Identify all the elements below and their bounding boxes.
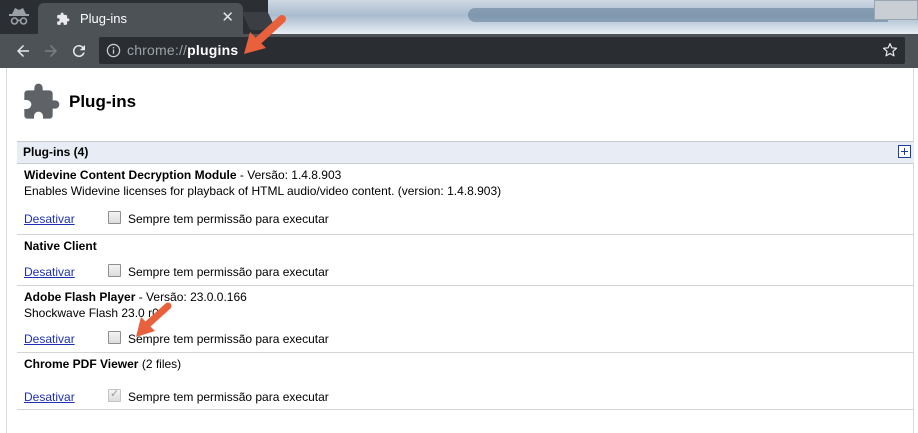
always-allow-checkbox[interactable] xyxy=(108,211,121,224)
list-item: Chrome PDF Viewer (2 files) Desativar Se… xyxy=(17,353,914,410)
page-content: Plug-ins Plug-ins (4) Widevine Content D… xyxy=(6,68,914,433)
window-control[interactable] xyxy=(874,0,918,20)
incognito-icon xyxy=(9,8,29,25)
list-item: Widevine Content Decryption Module - Ver… xyxy=(17,164,914,235)
plugin-version: (2 files) xyxy=(141,357,182,371)
disable-link[interactable]: Desativar xyxy=(24,332,75,346)
section-title: Plug-ins (4) xyxy=(23,145,89,159)
address-bar[interactable]: chrome://plugins xyxy=(99,37,905,64)
always-allow-label: Sempre tem permissão para executar xyxy=(128,265,329,279)
disable-link[interactable]: Desativar xyxy=(24,390,75,404)
puzzle-icon xyxy=(24,83,60,119)
star-icon[interactable] xyxy=(881,41,899,59)
always-allow-checkbox[interactable] xyxy=(108,264,121,277)
always-allow-checkbox[interactable] xyxy=(108,331,121,344)
url-host: plugins xyxy=(187,42,239,58)
reload-icon[interactable] xyxy=(70,42,88,60)
list-item: Native Client Desativar Sempre tem permi… xyxy=(17,235,914,286)
plugin-name-line: Native Client xyxy=(24,239,97,253)
expand-icon[interactable] xyxy=(898,145,911,158)
url-scheme: chrome:// xyxy=(127,42,188,58)
list-item: Adobe Flash Player - Versão: 23.0.0.166 … xyxy=(17,286,914,353)
always-allow-checkbox[interactable] xyxy=(108,387,121,402)
always-allow-label: Sempre tem permissão para executar xyxy=(128,332,329,346)
back-icon[interactable] xyxy=(14,42,32,60)
plugin-name-line: Chrome PDF Viewer (2 files) xyxy=(24,357,181,371)
plugin-description: Shockwave Flash 23.0 r0 xyxy=(24,306,159,320)
plugin-version: - Versão: 23.0.0.166 xyxy=(138,290,247,304)
disable-link[interactable]: Desativar xyxy=(24,265,75,279)
tab-strip: Plug-ins ✕ xyxy=(0,0,918,34)
always-allow-label: Sempre tem permissão para executar xyxy=(128,390,329,404)
plugin-name: Chrome PDF Viewer xyxy=(24,357,139,371)
section-header: Plug-ins (4) xyxy=(17,141,914,164)
page-title: Plug-ins xyxy=(69,92,137,111)
tab-title: Plug-ins xyxy=(80,11,127,26)
url-text[interactable]: chrome://plugins xyxy=(127,42,238,58)
forward-icon[interactable] xyxy=(42,42,60,60)
desktop-background xyxy=(268,0,918,34)
always-allow-label: Sempre tem permissão para executar xyxy=(128,212,329,226)
plugin-version: - Versão: 1.4.8.903 xyxy=(239,168,342,182)
tab-plugins[interactable]: Plug-ins ✕ xyxy=(38,3,243,34)
plugin-name: Widevine Content Decryption Module xyxy=(24,168,237,182)
plugin-name-line: Widevine Content Decryption Module - Ver… xyxy=(24,168,341,182)
plugin-name: Native Client xyxy=(24,239,97,253)
puzzle-icon xyxy=(57,12,70,25)
plugin-name-line: Adobe Flash Player - Versão: 23.0.0.166 xyxy=(24,290,247,304)
disable-link[interactable]: Desativar xyxy=(24,212,75,226)
info-icon[interactable] xyxy=(106,43,121,58)
plugin-description: Enables Widevine licenses for playback o… xyxy=(24,184,502,198)
plugin-name: Adobe Flash Player xyxy=(24,290,136,304)
close-icon[interactable]: ✕ xyxy=(221,10,234,26)
